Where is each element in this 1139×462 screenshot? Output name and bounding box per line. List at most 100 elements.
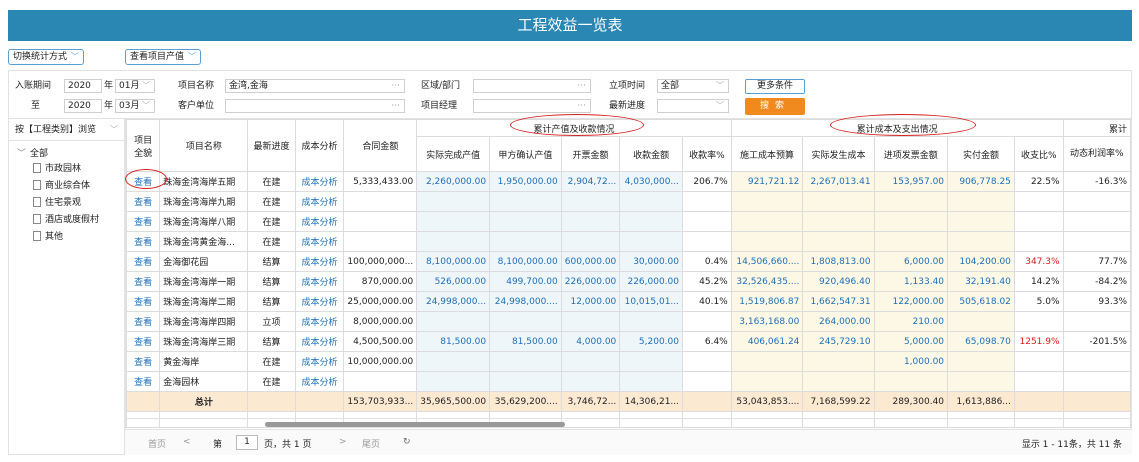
input-invoice-cell — [873, 371, 949, 392]
cost-analysis-link[interactable]: 成本分析 — [294, 331, 345, 352]
cost-analysis-link[interactable]: 成本分析 — [294, 191, 345, 212]
scrollbar-thumb[interactable] — [265, 422, 565, 427]
table-row: 查看 珠海金湾海岸一期 结算 成本分析 870,000.00 526,000.00 499,… — [126, 271, 1131, 292]
total-paid-cell: 1,613,886... — [947, 391, 1015, 412]
progress-cell: 在建 — [247, 171, 296, 192]
progress-cell: 结算 — [247, 271, 296, 292]
cost-analysis-link[interactable]: 成本分析 — [294, 311, 345, 332]
prev-page-icon[interactable]: < — [183, 437, 191, 447]
receive-rate-cell: 0.4% — [682, 251, 732, 272]
total-empty-cell — [247, 391, 296, 412]
receive-rate-cell: 206.7% — [682, 171, 732, 192]
project-name-input[interactable]: 金湾,金海 ··· — [225, 79, 405, 93]
cost-analysis-link[interactable]: 成本分析 — [294, 271, 345, 292]
first-page-button[interactable]: 首页 — [148, 437, 166, 450]
chevron-down-icon: ﹀ — [142, 101, 150, 110]
sidebar-item-residential[interactable]: 住宅景观 — [33, 195, 81, 208]
page-number-input[interactable]: 1 — [236, 435, 258, 450]
more-conditions-button[interactable]: 更多条件 — [745, 79, 805, 94]
refresh-icon[interactable]: ↻ — [403, 437, 411, 447]
sidebar-item-municipal[interactable]: 市政园林 — [33, 161, 81, 174]
from-year-input[interactable]: 2020 — [64, 79, 102, 93]
cost-analysis-link[interactable]: 成本分析 — [294, 351, 345, 372]
annotation-ellipse — [830, 114, 976, 136]
pay-ratio-cell — [1013, 311, 1064, 332]
collapse-icon[interactable]: ﹀ — [17, 149, 26, 159]
region-input[interactable]: ··· — [473, 79, 591, 93]
document-icon — [33, 197, 41, 207]
view-link[interactable]: 查看 — [126, 231, 161, 252]
received-cell — [619, 191, 683, 212]
budget-cell: 32,526,435.... — [730, 271, 804, 292]
profit-table-container: 项目全貌 项目名称 最新进度 成本分析 合同金额 累计产值及收款情况 累计成本及… — [125, 118, 1132, 455]
cost-analysis-link[interactable]: 成本分析 — [294, 371, 345, 392]
switch-stat-button[interactable]: 切换统计方式 ﹀ — [8, 49, 85, 65]
input-invoice-cell: 1,133.40 — [873, 271, 949, 292]
view-link[interactable]: 查看 — [126, 251, 161, 272]
cost-analysis-link[interactable]: 成本分析 — [294, 291, 345, 312]
actual-cost-cell: 1,808,813.00 — [802, 251, 875, 272]
sidebar-item-other[interactable]: 其他 — [33, 229, 63, 242]
tree-root[interactable]: ﹀ 全部 — [17, 146, 48, 159]
browse-mode-select[interactable]: 按【工程类别】浏览 ﹀ — [9, 119, 124, 141]
paid-cell — [947, 211, 1015, 232]
project-name-cell: 黄金海岸 — [159, 351, 249, 372]
table-row: 查看 金海园林 在建 成本分析 — [126, 371, 1131, 392]
margin-cell: -16.3% — [1062, 171, 1131, 192]
view-link[interactable]: 查看 — [126, 271, 161, 292]
view-link[interactable]: 查看 — [126, 191, 161, 212]
customer-input[interactable]: ··· — [225, 99, 405, 113]
cost-analysis-link[interactable]: 成本分析 — [294, 251, 345, 272]
from-month-select[interactable]: 01月 ﹀ — [115, 79, 155, 93]
cost-analysis-link[interactable]: 成本分析 — [294, 211, 345, 232]
actual-output-cell: 2,260,000.00 — [416, 171, 491, 192]
total-actual_output-cell: 35,965,500.00 — [416, 391, 491, 412]
search-button[interactable]: 搜索 — [745, 98, 805, 115]
chevron-down-icon: ﹀ — [716, 81, 724, 90]
to-month-value: 03月 — [119, 101, 140, 111]
progress-cell: 在建 — [247, 191, 296, 212]
to-month-select[interactable]: 03月 ﹀ — [115, 99, 155, 113]
paid-cell — [947, 371, 1015, 392]
received-cell: 30,000.00 — [619, 251, 683, 272]
to-year-input[interactable]: 2020 — [64, 99, 102, 113]
pay-ratio-cell: 14.2% — [1013, 271, 1064, 292]
view-link[interactable]: 查看 — [126, 211, 161, 232]
project-name-cell: 金海御花园 — [159, 251, 249, 272]
next-page-icon[interactable]: > — [339, 437, 347, 447]
profit-table: 项目全貌 项目名称 最新进度 成本分析 合同金额 累计产值及收款情况 累计成本及… — [126, 119, 1131, 428]
view-link[interactable]: 查看 — [126, 371, 161, 392]
setup-time-select[interactable]: 全部 ﹀ — [657, 79, 729, 93]
progress-select[interactable]: ﹀ — [657, 99, 729, 113]
view-link[interactable]: 查看 — [126, 291, 161, 312]
manager-input[interactable]: ··· — [473, 99, 591, 113]
confirmed-output-cell: 81,500.00 — [489, 331, 562, 352]
sidebar-item-hotel[interactable]: 酒店或度假村 — [33, 212, 99, 225]
cost-analysis-link[interactable]: 成本分析 — [294, 171, 345, 192]
region-label: 区域/部门 — [421, 81, 461, 91]
header-group-profit: 累计 — [1062, 119, 1131, 137]
view-link[interactable]: 查看 — [126, 331, 161, 352]
paid-cell: 32,191.40 — [947, 271, 1015, 292]
horizontal-scrollbar[interactable] — [125, 418, 1132, 429]
view-link[interactable]: 查看 — [126, 351, 161, 372]
project-name-cell: 珠海金湾海岸九期 — [159, 191, 249, 212]
receive-rate-cell — [682, 351, 732, 372]
table-row: 查看 珠海金湾海岸二期 结算 成本分析 25,000,000.00 24,998,000.… — [126, 291, 1131, 312]
sidebar-item-commercial[interactable]: 商业综合体 — [33, 178, 90, 191]
confirmed-output-cell: 24,998,000.... — [489, 291, 562, 312]
input-invoice-cell: 210.00 — [873, 311, 949, 332]
document-icon — [33, 180, 41, 190]
cost-analysis-link[interactable]: 成本分析 — [294, 231, 345, 252]
last-page-button[interactable]: 尾页 — [362, 437, 380, 450]
view-link[interactable]: 查看 — [126, 311, 161, 332]
total-empty-cell — [682, 391, 732, 412]
receive-rate-cell — [682, 371, 732, 392]
browse-mode-label: 按【工程类别】浏览 — [15, 125, 97, 135]
invoice-cell — [560, 371, 621, 392]
view-value-button[interactable]: 查看项目产值 ﹀ — [125, 49, 202, 65]
contract-cell: 100,000,000... — [343, 251, 418, 272]
actual-cost-cell: 245,729.10 — [802, 331, 875, 352]
received-cell — [619, 211, 683, 232]
view-value-label: 查看项目产值 — [130, 52, 185, 62]
